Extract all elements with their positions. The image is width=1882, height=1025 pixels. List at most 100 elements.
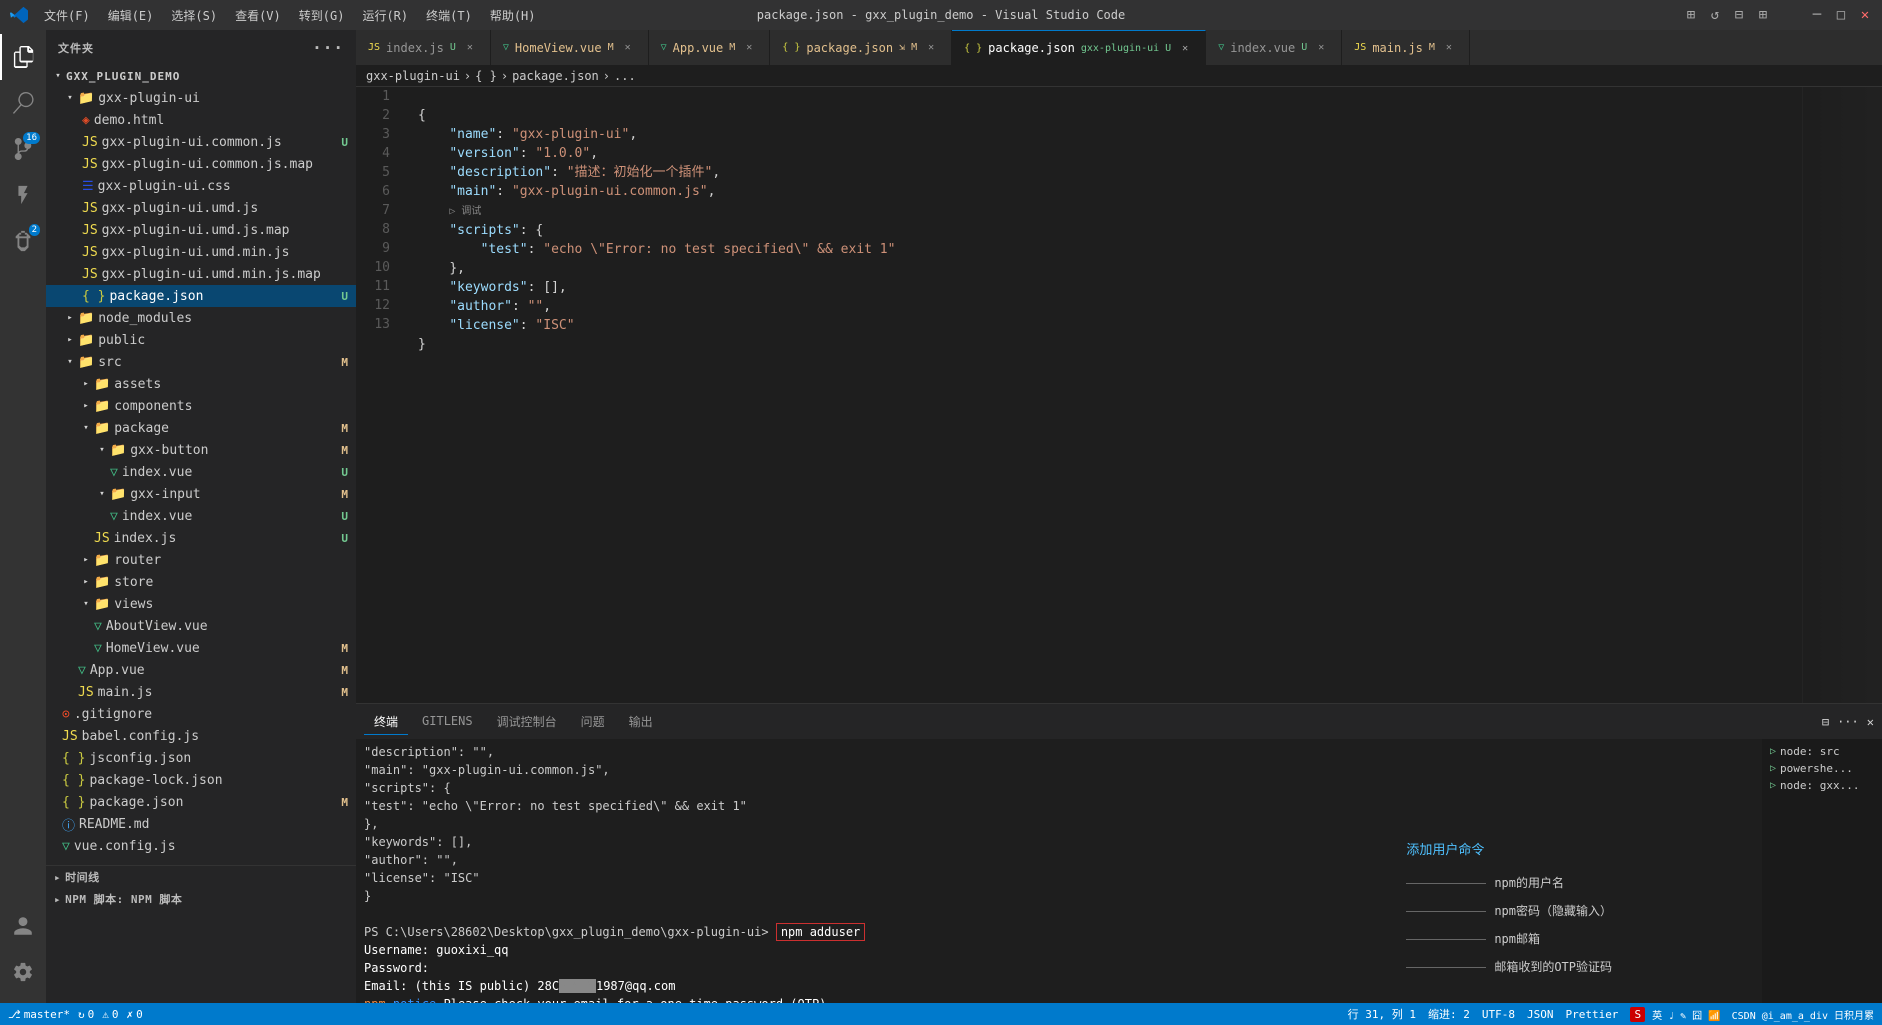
folder-src[interactable]: ▾ 📁 src M: [46, 351, 356, 373]
file-home-view[interactable]: ▽ HomeView.vue M: [46, 637, 356, 659]
account-icon[interactable]: [0, 903, 46, 949]
menu-bar[interactable]: 文件(F) 编辑(E) 选择(S) 查看(V) 转到(G) 运行(R) 终端(T…: [36, 3, 544, 28]
breadcrumb-part4[interactable]: ...: [614, 69, 636, 83]
root-folder[interactable]: ▾ GXX_PLUGIN_DEMO: [46, 65, 356, 87]
file-common-js[interactable]: JS gxx-plugin-ui.common.js U: [46, 131, 356, 153]
folder-components[interactable]: ▸ 📁 components: [46, 395, 356, 417]
terminal-tab-debug[interactable]: 调试控制台: [487, 709, 567, 735]
folder-public[interactable]: ▸ 📁 public: [46, 329, 356, 351]
code-editor[interactable]: { "name": "gxx-plugin-ui", "version": "1…: [402, 87, 1802, 703]
breadcrumb-part2[interactable]: { }: [475, 69, 497, 83]
file-package-json-root[interactable]: { } package.json M: [46, 791, 356, 813]
terminal-actions[interactable]: ⊟ ··· ✕: [1822, 715, 1874, 729]
file-package-index-js[interactable]: JS index.js U: [46, 527, 356, 549]
folder-node-modules[interactable]: ▸ 📁 node_modules: [46, 307, 356, 329]
status-formatter[interactable]: Prettier: [1565, 1008, 1618, 1021]
undo-icon[interactable]: ↺: [1708, 8, 1722, 22]
file-readme[interactable]: ⓘ README.md: [46, 813, 356, 835]
folder-assets[interactable]: ▸ 📁 assets: [46, 373, 356, 395]
menu-edit[interactable]: 编辑(E): [100, 3, 162, 28]
file-umd-min-js[interactable]: JS gxx-plugin-ui.umd.min.js: [46, 241, 356, 263]
layout-icon[interactable]: ⊞: [1684, 8, 1698, 22]
breadcrumb-part1[interactable]: gxx-plugin-ui: [366, 69, 460, 83]
file-common-js-map[interactable]: JS gxx-plugin-ui.common.js.map: [46, 153, 356, 175]
file-umd-js[interactable]: JS gxx-plugin-ui.umd.js: [46, 197, 356, 219]
maximize-button[interactable]: □: [1834, 8, 1848, 22]
tab-close-icon[interactable]: ✕: [1177, 40, 1193, 56]
more-icon[interactable]: ⊞: [1756, 8, 1770, 22]
file-vue-config[interactable]: ▽ vue.config.js: [46, 835, 356, 857]
settings-icon[interactable]: [0, 949, 46, 995]
file-umd-js-map[interactable]: JS gxx-plugin-ui.umd.js.map: [46, 219, 356, 241]
menu-goto[interactable]: 转到(G): [291, 3, 353, 28]
terminal-powershell[interactable]: ▷ powershe...: [1766, 760, 1878, 777]
sidebar-content[interactable]: ▾ GXX_PLUGIN_DEMO ▾ 📁 gxx-plugin-ui ◈ de…: [46, 65, 356, 1003]
terminal-tab-terminal[interactable]: 终端: [364, 709, 408, 735]
file-jsconfig[interactable]: { } jsconfig.json: [46, 747, 356, 769]
minimize-button[interactable]: ─: [1810, 8, 1824, 22]
tab-package-json-1[interactable]: { } package.json ⇲ M ✕: [770, 30, 952, 65]
timeline-section[interactable]: ▸ 时间线: [46, 866, 356, 888]
terminal-node-src[interactable]: ▷ node: src: [1766, 743, 1878, 760]
terminal-main[interactable]: "description": "", "main": "gxx-plugin-u…: [356, 739, 1762, 1003]
file-package-json-active[interactable]: { } package.json U: [46, 285, 356, 307]
breadcrumb-part3[interactable]: package.json: [512, 69, 599, 83]
status-sync[interactable]: ↻ 0: [78, 1008, 94, 1021]
extensions-icon[interactable]: 2: [0, 218, 46, 264]
file-umd-min-js-map[interactable]: JS gxx-plugin-ui.umd.min.js.map: [46, 263, 356, 285]
file-main-js[interactable]: JS main.js M: [46, 681, 356, 703]
tab-close-icon[interactable]: ✕: [1441, 40, 1457, 56]
tab-app-vue[interactable]: ▽ App.vue M ✕: [649, 30, 771, 65]
file-package-lock[interactable]: { } package-lock.json: [46, 769, 356, 791]
file-app-vue[interactable]: ▽ App.vue M: [46, 659, 356, 681]
tab-close-icon[interactable]: ✕: [741, 40, 757, 56]
terminal-more-icon[interactable]: ···: [1837, 715, 1859, 729]
file-gxx-input-index[interactable]: ▽ index.vue U: [46, 505, 356, 527]
menu-select[interactable]: 选择(S): [163, 3, 225, 28]
status-indent[interactable]: 缩进: 2: [1428, 1006, 1470, 1022]
window-controls[interactable]: ⊞ ↺ ⊟ ⊞ ─ □ ✕: [1684, 8, 1872, 22]
folder-package[interactable]: ▾ 📁 package M: [46, 417, 356, 439]
search-icon[interactable]: [0, 80, 46, 126]
file-gxx-button-index[interactable]: ▽ index.vue U: [46, 461, 356, 483]
folder-store[interactable]: ▸ 📁 store: [46, 571, 356, 593]
close-button[interactable]: ✕: [1858, 8, 1872, 22]
explorer-icon[interactable]: [0, 34, 46, 80]
status-encoding[interactable]: UTF-8: [1482, 1008, 1515, 1021]
npm-scripts-section[interactable]: ▸ NPM 脚本: NPM 脚本: [46, 888, 356, 910]
tab-index-js[interactable]: JS index.js U ✕: [356, 30, 491, 65]
terminal-tab-problems[interactable]: 问题: [571, 709, 615, 735]
file-babel-config[interactable]: JS babel.config.js: [46, 725, 356, 747]
status-language[interactable]: JSON: [1527, 1008, 1554, 1021]
terminal-tab-output[interactable]: 输出: [619, 709, 663, 735]
tab-close-icon[interactable]: ✕: [923, 40, 939, 56]
file-demo-html[interactable]: ◈ demo.html: [46, 109, 356, 131]
tab-main-js[interactable]: JS main.js M ✕: [1342, 30, 1470, 65]
sidebar-more-icon[interactable]: ···: [312, 38, 344, 57]
menu-run[interactable]: 运行(R): [354, 3, 416, 28]
menu-help[interactable]: 帮助(H): [482, 3, 544, 28]
file-css[interactable]: ☰ gxx-plugin-ui.css: [46, 175, 356, 197]
folder-router[interactable]: ▸ 📁 router: [46, 549, 356, 571]
terminal-close-icon[interactable]: ✕: [1867, 715, 1874, 729]
folder-gxx-button[interactable]: ▾ 📁 gxx-button M: [46, 439, 356, 461]
tab-close-icon[interactable]: ✕: [1313, 40, 1329, 56]
terminal-tabs-bar[interactable]: 终端 GITLENS 调试控制台 问题 输出 ⊟: [356, 704, 1882, 739]
run-icon[interactable]: [0, 172, 46, 218]
tab-close-icon[interactable]: ✕: [620, 40, 636, 56]
menu-view[interactable]: 查看(V): [227, 3, 289, 28]
source-control-icon[interactable]: 16: [0, 126, 46, 172]
tab-package-json-active[interactable]: { } package.json gxx-plugin-ui U ✕: [952, 30, 1206, 65]
terminal-split-icon[interactable]: ⊟: [1822, 715, 1829, 729]
file-about-view[interactable]: ▽ AboutView.vue: [46, 615, 356, 637]
file-gitignore[interactable]: ⊙ .gitignore: [46, 703, 356, 725]
tab-homeview-vue[interactable]: ▽ HomeView.vue M ✕: [491, 30, 649, 65]
terminal-tab-gitlens[interactable]: GITLENS: [412, 710, 483, 733]
menu-file[interactable]: 文件(F): [36, 3, 98, 28]
status-errors[interactable]: ✗ 0: [127, 1008, 143, 1021]
status-warnings[interactable]: ⚠ 0: [102, 1008, 118, 1021]
tabs-bar[interactable]: JS index.js U ✕ ▽ HomeView.vue M ✕ ▽ App…: [356, 30, 1882, 65]
folder-gxx-plugin-ui[interactable]: ▾ 📁 gxx-plugin-ui: [46, 87, 356, 109]
terminal-node-gxx[interactable]: ▷ node: gxx...: [1766, 777, 1878, 794]
split-icon[interactable]: ⊟: [1732, 8, 1746, 22]
